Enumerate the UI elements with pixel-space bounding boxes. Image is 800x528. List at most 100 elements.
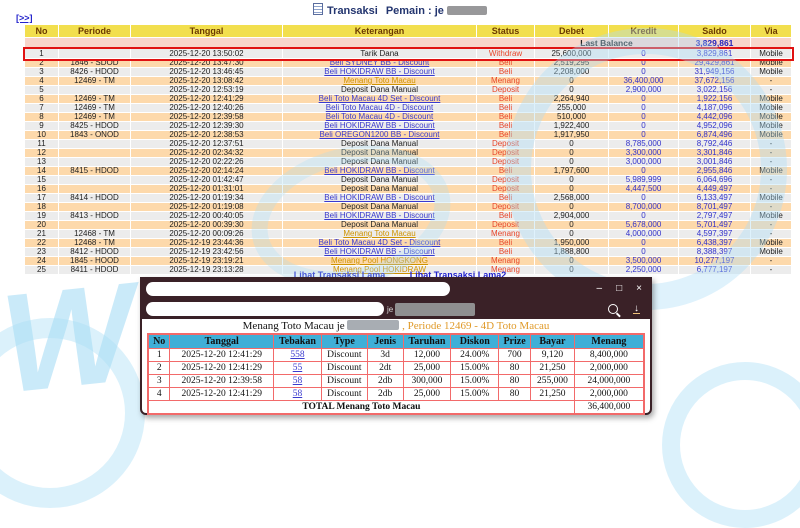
keterangan-link[interactable]: Beli HOKIDRAW BB - Discount bbox=[324, 249, 434, 257]
cell-debet: 0 bbox=[534, 148, 609, 158]
cell-keterangan[interactable]: Beli HOKIDRAW BB - Discount bbox=[282, 247, 477, 257]
tanggal-text: 2025-12-20 12:41:29 bbox=[169, 94, 244, 103]
keterangan-link[interactable]: Beli HOKIDRAW BB - Discount bbox=[324, 195, 434, 203]
cell-keterangan[interactable]: Beli Toto Macau 4D Set - Discount bbox=[282, 94, 477, 104]
cell-keterangan[interactable]: Menang Toto Macau bbox=[282, 76, 477, 86]
via-text: - bbox=[769, 220, 773, 229]
keterangan-link[interactable]: Beli HOKIDRAW BB - Discount bbox=[324, 123, 434, 131]
keterangan-link[interactable]: Menang Toto Macau bbox=[343, 231, 415, 239]
cell-status: Deposit bbox=[476, 175, 535, 185]
tebakan-link[interactable]: 55 bbox=[293, 363, 303, 373]
keterangan-link[interactable]: Beli SYDNEY BB - Discount bbox=[330, 60, 429, 68]
row-number: 19 bbox=[37, 211, 46, 220]
cell-periode: 8412 - HDOD bbox=[58, 247, 131, 257]
keterangan-link[interactable]: Beli Toto Macau 4D Set - Discount bbox=[319, 240, 441, 248]
detail-tanggal: 2025-12-20 12:41:29 bbox=[181, 389, 262, 399]
cell-saldo: 6,438,397 bbox=[678, 238, 751, 248]
detail-cell-taruhan: 300,000 bbox=[402, 374, 452, 388]
tebakan-link[interactable]: 558 bbox=[290, 350, 304, 360]
cell-kredit: 0 bbox=[608, 112, 679, 122]
cell-keterangan[interactable]: Beli Toto Macau 4D - Discount bbox=[282, 103, 477, 113]
cell-keterangan[interactable]: Beli HOKIDRAW BB - Discount bbox=[282, 166, 477, 176]
row-number: 16 bbox=[37, 184, 46, 193]
cell-debet: 1,922,400 bbox=[534, 121, 609, 131]
cell-saldo: 4,597,397 bbox=[678, 229, 751, 239]
cell-keterangan[interactable]: Beli HOKIDRAW BB - Discount bbox=[282, 67, 477, 77]
download-icon[interactable]: ↓ bbox=[633, 304, 640, 314]
close-button[interactable]: × bbox=[636, 284, 642, 294]
periode-text: 12469 - TM bbox=[74, 94, 115, 103]
popup-titlebar: – □ × je ↓ bbox=[142, 279, 650, 319]
cell-keterangan[interactable]: Beli OREGON1200 BB - Discount bbox=[282, 130, 477, 140]
cell-tanggal: 2025-12-20 12:39:30 bbox=[130, 121, 283, 131]
kredit-value: 0 bbox=[641, 94, 646, 103]
zoom-icon[interactable] bbox=[608, 304, 618, 314]
menang-detail-table: No Tanggal Tebakan Type Jenis Taruhan Di… bbox=[147, 333, 645, 415]
cell-kredit: 0 bbox=[608, 58, 679, 68]
cell-keterangan[interactable]: Beli Toto Macau 4D Set - Discount bbox=[282, 238, 477, 248]
detail-jenis: 2dt bbox=[379, 363, 392, 373]
cell-periode bbox=[58, 139, 131, 149]
detail-cell-tebakan[interactable]: 55 bbox=[273, 361, 322, 375]
cell-via: Mobile bbox=[750, 103, 792, 113]
kredit-value: 0 bbox=[641, 121, 646, 130]
keterangan-link[interactable]: Beli HOKIDRAW BB - Discount bbox=[324, 213, 434, 221]
keterangan-link[interactable]: Menang Pool HONGKONG bbox=[331, 258, 428, 266]
tebakan-link[interactable]: 58 bbox=[293, 376, 303, 386]
cell-keterangan[interactable]: Beli SYDNEY BB - Discount bbox=[282, 58, 477, 68]
detail-bayar: 21,250 bbox=[539, 363, 566, 373]
detail-cell-no: 3 bbox=[147, 374, 171, 388]
saldo-value: 31,949,156 bbox=[694, 67, 735, 76]
detail-prize: 80 bbox=[509, 363, 520, 373]
saldo-value: 8,701,497 bbox=[696, 202, 733, 211]
keterangan-link[interactable]: Beli HOKIDRAW BB - Discount bbox=[324, 69, 434, 77]
keterangan-link[interactable]: Beli Toto Macau 4D Set - Discount bbox=[319, 96, 441, 104]
minimize-button[interactable]: – bbox=[597, 284, 603, 294]
cell-tanggal: 2025-12-19 23:44:36 bbox=[130, 238, 283, 248]
detail-col-tanggal: Tanggal bbox=[169, 333, 275, 349]
maximize-button[interactable]: □ bbox=[616, 284, 622, 294]
table-row: 10 1843 - ONOD 2025-12-20 12:38:53 Beli ORE… bbox=[24, 130, 792, 140]
browser-tab[interactable] bbox=[146, 282, 450, 296]
cell-periode: 12469 - TM bbox=[58, 103, 131, 113]
cell-periode: 8425 - HDOD bbox=[58, 121, 131, 131]
detail-cell-tebakan[interactable]: 558 bbox=[273, 348, 322, 362]
keterangan-link[interactable]: Beli HOKIDRAW BB - Discount bbox=[324, 168, 434, 176]
detail-cell-tebakan[interactable]: 58 bbox=[273, 374, 322, 388]
detail-prize: 700 bbox=[507, 350, 522, 360]
keterangan-link[interactable]: Menang Toto Macau bbox=[343, 78, 415, 86]
cell-status: Beli bbox=[476, 130, 535, 140]
cell-no: 18 bbox=[24, 202, 59, 212]
saldo-value: 2,955,846 bbox=[696, 166, 733, 175]
detail-cell-tebakan[interactable]: 58 bbox=[273, 387, 322, 401]
cell-status: Beli bbox=[476, 211, 535, 221]
debet-value: 0 bbox=[569, 76, 574, 85]
tanggal-text: 2025-12-20 12:39:30 bbox=[169, 121, 244, 130]
last-balance-row: Last Balance 3,829,861 bbox=[24, 37, 792, 49]
saldo-value: 29,429,861 bbox=[694, 58, 735, 67]
keterangan-text: Deposit Dana Manual bbox=[341, 184, 418, 193]
cell-saldo: 5,701,497 bbox=[678, 220, 751, 230]
address-bar[interactable] bbox=[146, 302, 384, 316]
saldo-value: 4,952,096 bbox=[696, 121, 733, 130]
cell-saldo: 8,388,397 bbox=[678, 247, 751, 257]
cell-keterangan[interactable]: Beli HOKIDRAW BB - Discount bbox=[282, 121, 477, 131]
cell-keterangan[interactable]: Beli Toto Macau 4D - Discount bbox=[282, 112, 477, 122]
cell-debet: 0 bbox=[534, 229, 609, 239]
keterangan-link[interactable]: Beli Toto Macau 4D - Discount bbox=[326, 105, 433, 113]
cell-keterangan[interactable]: Menang Toto Macau bbox=[282, 229, 477, 239]
cell-keterangan[interactable]: Beli HOKIDRAW BB - Discount bbox=[282, 193, 477, 203]
cell-via: Mobile bbox=[750, 67, 792, 77]
tanggal-text: 2025-12-20 13:08:42 bbox=[169, 76, 244, 85]
cell-via: Mobile bbox=[750, 238, 792, 248]
cell-via: Mobile bbox=[750, 48, 792, 59]
table-row: 3 8426 - HDOD 2025-12-20 13:46:45 Beli HOKI… bbox=[24, 67, 792, 77]
kredit-value: 8,700,000 bbox=[625, 202, 662, 211]
cell-via: - bbox=[750, 148, 792, 158]
last-balance-via bbox=[750, 37, 792, 49]
cell-status: Beli bbox=[476, 166, 535, 176]
cell-keterangan[interactable]: Beli HOKIDRAW BB - Discount bbox=[282, 211, 477, 221]
tebakan-link[interactable]: 58 bbox=[293, 389, 303, 399]
keterangan-link[interactable]: Beli Toto Macau 4D - Discount bbox=[326, 114, 433, 122]
keterangan-link[interactable]: Beli OREGON1200 BB - Discount bbox=[319, 132, 439, 140]
